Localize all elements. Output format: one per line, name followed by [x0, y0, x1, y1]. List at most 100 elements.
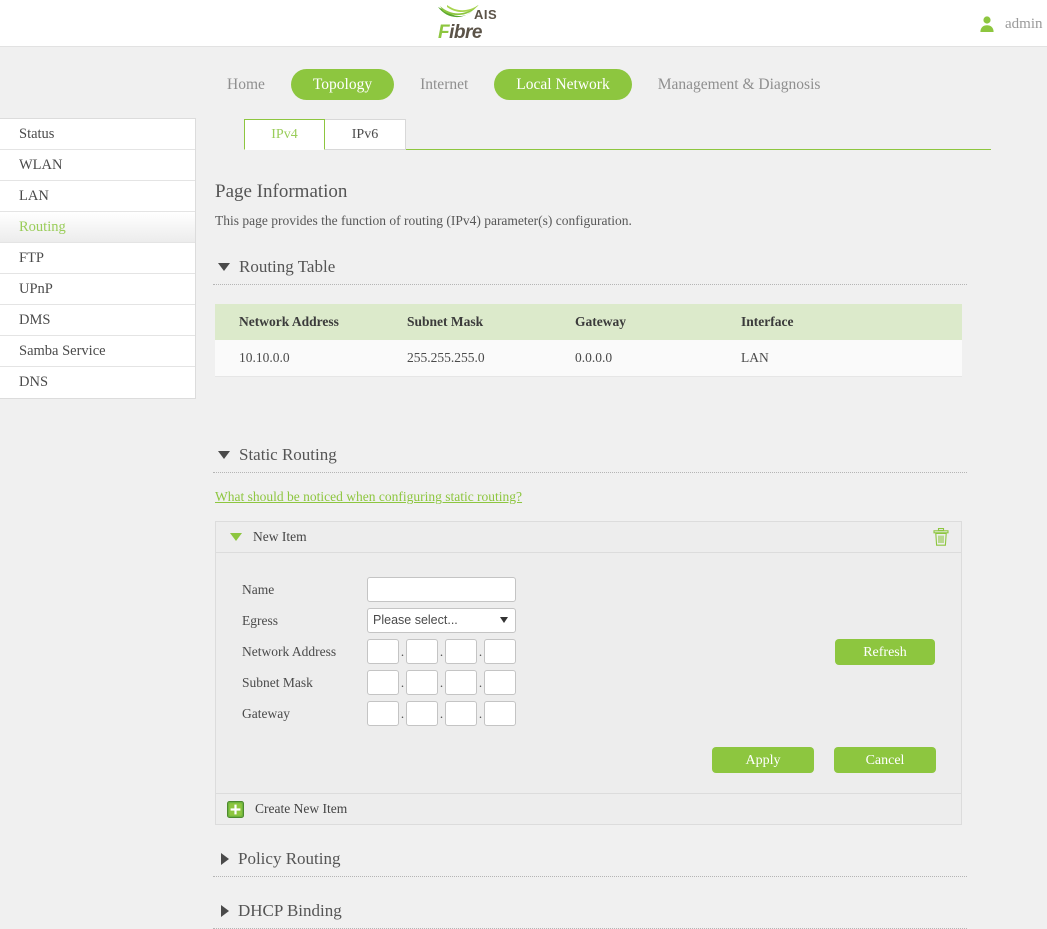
label-network-address: Network Address — [242, 643, 337, 659]
policy-routing-title: Policy Routing — [238, 849, 341, 868]
octet-separator: . — [439, 705, 444, 721]
subnet-mask-octet-4[interactable] — [484, 670, 516, 695]
logo-fibre-accent: F — [438, 22, 450, 43]
network-address-octet-3[interactable] — [445, 639, 477, 664]
gateway-octet-2[interactable] — [406, 701, 438, 726]
label-name: Name — [242, 581, 275, 597]
trash-icon[interactable] — [933, 528, 949, 546]
logo-fibre-text: Fibre — [438, 22, 482, 44]
create-new-item-label[interactable]: Create New Item — [255, 801, 347, 817]
page-title: Page Information — [215, 181, 348, 202]
chevron-right-icon[interactable] — [221, 853, 229, 865]
policy-routing-header[interactable]: Policy Routing — [213, 849, 967, 877]
new-item-form: Name Egress Please select... Network Add… — [216, 553, 961, 793]
octet-separator: . — [400, 643, 405, 659]
gateway-octet-4[interactable] — [484, 701, 516, 726]
column-header-interface: Interface — [717, 304, 962, 340]
sidebar-item-routing[interactable]: Routing — [0, 212, 195, 243]
routing-table-title: Routing Table — [239, 257, 336, 276]
octet-separator: . — [478, 705, 483, 721]
policy-routing-section: Policy Routing — [213, 849, 973, 877]
field-row-subnet-mask: Subnet Mask . . . — [216, 667, 961, 698]
subnet-mask-octet-3[interactable] — [445, 670, 477, 695]
sidebar-item-upnp[interactable]: UPnP — [0, 274, 195, 305]
main-content: IPv4 IPv6 Page Information This page pro… — [213, 118, 991, 929]
column-header-network-address: Network Address — [215, 304, 383, 340]
nav-item-topology[interactable]: Topology — [290, 68, 395, 101]
plus-icon[interactable] — [227, 800, 244, 818]
column-header-gateway: Gateway — [551, 304, 717, 340]
ais-fibre-logo[interactable]: AIS Fibre — [437, 2, 509, 44]
sidebar-item-ftp[interactable]: FTP — [0, 243, 195, 274]
chevron-down-icon[interactable] — [230, 533, 242, 541]
network-address-octet-4[interactable] — [484, 639, 516, 664]
cell-interface: LAN — [717, 340, 962, 377]
nav-item-management-diagnosis[interactable]: Management & Diagnosis — [644, 70, 835, 100]
static-routing-note-link[interactable]: What should be noticed when configuring … — [215, 489, 522, 505]
gateway-octets: . . . — [367, 699, 516, 729]
nav-item-home[interactable]: Home — [213, 70, 279, 100]
routing-table-header[interactable]: Routing Table — [213, 257, 967, 285]
field-row-name: Name — [216, 574, 961, 605]
tab-ipv4[interactable]: IPv4 — [244, 119, 325, 150]
field-row-gateway: Gateway . . . — [216, 698, 961, 729]
table-header-row: Network Address Subnet Mask Gateway Inte… — [215, 304, 962, 340]
static-routing-header[interactable]: Static Routing — [213, 445, 967, 473]
nav-item-local-network[interactable]: Local Network — [494, 68, 632, 101]
field-row-egress: Egress Please select... — [216, 605, 961, 636]
nav-item-internet[interactable]: Internet — [406, 70, 482, 100]
sidebar-item-wlan[interactable]: WLAN — [0, 150, 195, 181]
octet-separator: . — [439, 674, 444, 690]
main-navigation: Home Topology Internet Local Network Man… — [213, 68, 846, 101]
routing-table-section: Routing Table Network Address Subnet Mas… — [213, 257, 973, 665]
tab-ipv6[interactable]: IPv6 — [325, 119, 406, 150]
form-actions: Apply Cancel — [216, 729, 961, 775]
logo-fibre-rest: ibre — [449, 22, 482, 43]
octet-separator: . — [439, 643, 444, 659]
apply-button[interactable]: Apply — [712, 747, 814, 773]
chevron-down-icon[interactable] — [218, 451, 230, 459]
new-item-title: New Item — [253, 529, 307, 544]
page-description: This page provides the function of routi… — [215, 213, 632, 228]
table-row: 10.10.0.0 255.255.255.0 0.0.0.0 LAN — [215, 340, 962, 377]
egress-selected-value: Please select... — [373, 613, 458, 627]
new-item-panel: New Item Name Egress Please select... Ne… — [215, 521, 962, 825]
chevron-right-icon[interactable] — [221, 905, 229, 917]
octet-separator: . — [478, 674, 483, 690]
cancel-button[interactable]: Cancel — [834, 747, 936, 773]
user-name-label: admin — [1005, 15, 1043, 32]
logo-ais-text: AIS — [474, 7, 498, 22]
user-account-area[interactable]: admin — [978, 13, 1047, 35]
subnet-mask-octets: . . . — [367, 668, 516, 698]
label-egress: Egress — [242, 612, 278, 628]
gateway-octet-3[interactable] — [445, 701, 477, 726]
subnet-mask-octet-2[interactable] — [406, 670, 438, 695]
sidebar-menu: Status WLAN LAN Routing FTP UPnP DMS Sam… — [0, 118, 196, 399]
page-information-block: Page Information This page provides the … — [213, 181, 973, 229]
label-subnet-mask: Subnet Mask — [242, 674, 313, 690]
static-routing-section: Static Routing What should be noticed wh… — [213, 445, 973, 825]
sidebar-item-status[interactable]: Status — [0, 119, 195, 150]
sidebar-item-samba-service[interactable]: Samba Service — [0, 336, 195, 367]
network-address-octet-2[interactable] — [406, 639, 438, 664]
ip-version-tabs: IPv4 IPv6 — [244, 118, 991, 150]
chevron-down-icon[interactable] — [218, 263, 230, 271]
sidebar-item-lan[interactable]: LAN — [0, 181, 195, 212]
sidebar-item-dns[interactable]: DNS — [0, 367, 195, 398]
network-address-octets: . . . — [367, 637, 516, 667]
refresh-button[interactable]: Refresh — [835, 639, 935, 665]
network-address-octet-1[interactable] — [367, 639, 399, 664]
cell-gateway: 0.0.0.0 — [551, 340, 717, 377]
label-gateway: Gateway — [242, 705, 290, 721]
octet-separator: . — [400, 674, 405, 690]
sidebar-item-dms[interactable]: DMS — [0, 305, 195, 336]
dhcp-binding-section: DHCP Binding — [213, 901, 973, 929]
dhcp-binding-header[interactable]: DHCP Binding — [213, 901, 967, 929]
name-input[interactable] — [367, 577, 516, 602]
top-header-bar: AIS Fibre admin — [0, 0, 1047, 47]
subnet-mask-octet-1[interactable] — [367, 670, 399, 695]
gateway-octet-1[interactable] — [367, 701, 399, 726]
create-new-item-row[interactable]: Create New Item — [216, 793, 961, 824]
egress-select[interactable]: Please select... — [367, 608, 516, 633]
column-header-subnet-mask: Subnet Mask — [383, 304, 551, 340]
